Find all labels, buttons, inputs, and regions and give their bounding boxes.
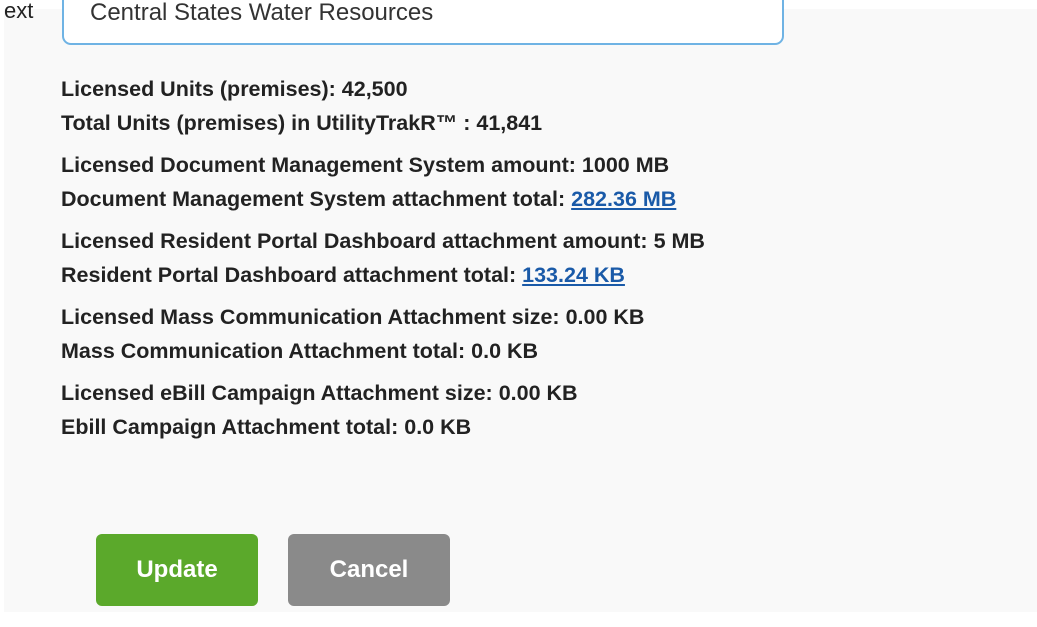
licensed-units-label: Licensed Units (premises): [61, 77, 336, 101]
organization-name-field[interactable]: Central States Water Resources [62, 0, 784, 45]
portal-total-link[interactable]: 133.24 KB [522, 263, 625, 287]
ebill-total-value: 0.0 KB [404, 415, 472, 439]
dms-total-link[interactable]: 282.36 MB [571, 187, 676, 211]
licensed-ebill-value: 0.00 KB [498, 381, 578, 405]
mass-comm-total-value: 0.0 KB [471, 339, 539, 363]
cancel-button[interactable]: Cancel [288, 534, 450, 606]
licensed-portal-label: Licensed Resident Portal Dashboard attac… [61, 229, 648, 253]
licensed-ebill-line: Licensed eBill Campaign Attachment size:… [61, 376, 1037, 410]
licensed-mass-comm-label: Licensed Mass Communication Attachment s… [61, 305, 560, 329]
licensed-dms-label: Licensed Document Management System amou… [61, 153, 576, 177]
licensed-ebill-label: Licensed eBill Campaign Attachment size: [61, 381, 493, 405]
portal-total-line: Resident Portal Dashboard attachment tot… [61, 258, 1037, 292]
ebill-total-line: Ebill Campaign Attachment total: 0.0 KB [61, 410, 1037, 444]
update-button[interactable]: Update [96, 534, 258, 606]
ebill-campaign-group: Licensed eBill Campaign Attachment size:… [61, 376, 1037, 444]
licensed-units-value: 42,500 [341, 77, 408, 101]
licensed-dms-line: Licensed Document Management System amou… [61, 148, 1037, 182]
units-group: Licensed Units (premises): 42,500 Total … [61, 72, 1037, 140]
document-management-group: Licensed Document Management System amou… [61, 148, 1037, 216]
licensed-mass-comm-value: 0.00 KB [565, 305, 645, 329]
license-info-panel: ext Central States Water Resources Licen… [4, 0, 1037, 612]
licensed-mass-comm-line: Licensed Mass Communication Attachment s… [61, 300, 1037, 334]
mass-communication-group: Licensed Mass Communication Attachment s… [61, 300, 1037, 368]
dms-total-line: Document Management System attachment to… [61, 182, 1037, 216]
total-units-label: Total Units (premises) in UtilityTrakR™ … [61, 111, 471, 135]
licensed-portal-line: Licensed Resident Portal Dashboard attac… [61, 224, 1037, 258]
dms-total-label: Document Management System attachment to… [61, 187, 566, 211]
mass-comm-total-line: Mass Communication Attachment total: 0.0… [61, 334, 1037, 368]
licensed-dms-value: 1000 MB [581, 153, 670, 177]
total-units-value: 41,841 [476, 111, 543, 135]
mass-comm-total-label: Mass Communication Attachment total: [61, 339, 466, 363]
portal-total-label: Resident Portal Dashboard attachment tot… [61, 263, 517, 287]
licensed-portal-value: 5 MB [653, 229, 705, 253]
resident-portal-group: Licensed Resident Portal Dashboard attac… [61, 224, 1037, 292]
license-info-list: Licensed Units (premises): 42,500 Total … [61, 72, 1037, 452]
licensed-units-line: Licensed Units (premises): 42,500 [61, 72, 1037, 106]
ebill-total-label: Ebill Campaign Attachment total: [61, 415, 399, 439]
field-label: ext [4, 0, 34, 23]
total-units-line: Total Units (premises) in UtilityTrakR™ … [61, 106, 1037, 140]
organization-name-value: Central States Water Resources [90, 0, 434, 26]
